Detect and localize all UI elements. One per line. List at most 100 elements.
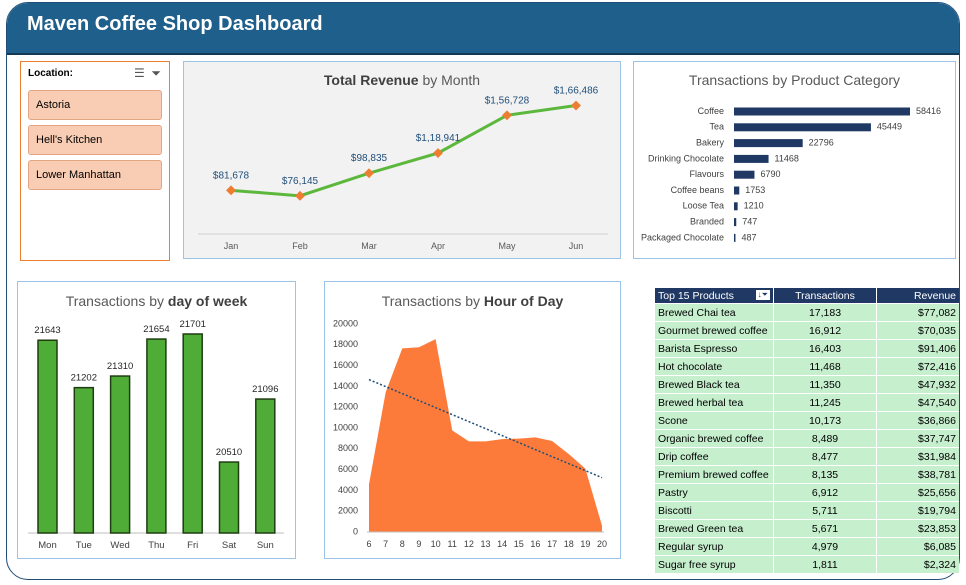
table-row[interactable]: Organic brewed coffee 8,489 $37,747: [655, 429, 959, 448]
value-label: 58416: [916, 106, 941, 116]
data-label: $81,678: [213, 170, 250, 181]
y-tick-label: 6000: [338, 464, 358, 474]
value-label: 747: [742, 216, 757, 226]
x-tick-label: Thu: [148, 540, 164, 551]
cell-product: Premium brewed coffee: [655, 465, 774, 484]
table-row[interactable]: Brewed herbal tea 11,245 $47,540: [655, 393, 959, 412]
dow-bar: [109, 375, 131, 534]
y-tick-label: 16000: [333, 360, 358, 370]
x-tick-label: 11: [448, 539, 457, 549]
data-label: $1,56,728: [485, 95, 530, 106]
x-tick-label: Apr: [431, 241, 445, 251]
dow-chart-panel: Transactions by day of week 21643 Mon 2120…: [17, 281, 296, 559]
table-row[interactable]: Barista Espresso 16,403 $91,406: [655, 339, 959, 358]
cell-revenue: $72,416: [876, 357, 959, 376]
value-label: 21701: [179, 319, 205, 330]
y-tick-label: 18000: [333, 339, 358, 349]
table-row[interactable]: Brewed Chai tea 17,183 $77,082: [655, 303, 959, 322]
table-row[interactable]: Scone 10,173 $36,866: [655, 411, 959, 430]
cell-revenue: $38,781: [876, 465, 959, 484]
value-label: 45449: [877, 122, 902, 132]
revenue-chart-panel: Total Revenue by Month $81,678 Jan $76,145…: [183, 61, 621, 259]
col-header-revenue: Revenue: [876, 288, 959, 304]
table-row[interactable]: Premium brewed coffee 8,135 $38,781: [655, 465, 959, 484]
multi-select-icon[interactable]: ☰: [134, 66, 145, 80]
data-point-marker: [295, 190, 305, 201]
cell-transactions: 11,350: [773, 375, 877, 394]
sort-filter-icon[interactable]: ↓⏷: [755, 289, 770, 300]
cell-revenue: $19,794: [876, 501, 959, 520]
category-bar: [734, 107, 910, 116]
x-tick-label: Jan: [224, 241, 239, 251]
x-tick-label: May: [498, 241, 516, 251]
y-tick-label: 12000: [333, 402, 358, 412]
cell-product: Brewed Black tea: [655, 375, 774, 394]
x-tick-label: Sun: [257, 540, 274, 551]
col-header-transactions: Transactions: [773, 288, 877, 304]
slicer-item-astoria[interactable]: Astoria: [28, 90, 162, 120]
x-tick-label: 17: [547, 539, 557, 549]
cell-product: Brewed Chai tea: [655, 303, 774, 322]
x-tick-label: Feb: [292, 241, 308, 251]
dow-bar-chart: 21643 Mon 21202 Tue 21310 Wed 21654 Thu 21701 Fri…: [28, 319, 284, 551]
category-label: Drinking Chocolate: [648, 153, 724, 163]
category-label: Coffee: [698, 106, 724, 116]
table-row[interactable]: Hot chocolate 11,468 $72,416: [655, 357, 959, 376]
x-tick-label: 6: [366, 539, 371, 549]
cell-transactions: 16,912: [773, 321, 877, 340]
value-label: 21096: [252, 384, 278, 395]
cell-revenue: $2,324: [876, 555, 959, 573]
category-bar: [734, 154, 769, 163]
x-tick-label: 16: [530, 539, 540, 549]
cell-product: Drip coffee: [655, 447, 774, 466]
table-row[interactable]: Drip coffee 8,477 $31,984: [655, 447, 959, 466]
page-title: Maven Coffee Shop Dashboard: [27, 13, 323, 35]
x-tick-label: 7: [383, 539, 388, 549]
table-row[interactable]: Brewed Green tea 5,671 $23,853: [655, 519, 959, 538]
cell-product: Organic brewed coffee: [655, 429, 774, 448]
cell-product: Hot chocolate: [655, 357, 774, 376]
table-row[interactable]: Gourmet brewed coffee 16,912 $70,035: [655, 321, 959, 340]
cell-transactions: 16,403: [773, 339, 877, 358]
category-label: Loose Tea: [683, 201, 724, 211]
table-row[interactable]: Biscotti 5,711 $19,794: [655, 501, 959, 520]
cell-product: Biscotti: [655, 501, 774, 520]
cell-transactions: 11,468: [773, 357, 877, 376]
x-tick-label: 10: [431, 539, 441, 549]
y-tick-label: 20000: [333, 318, 358, 328]
x-tick-label: 12: [464, 539, 474, 549]
dow-bar: [73, 386, 95, 534]
x-tick-label: Mar: [361, 241, 377, 251]
x-tick-label: 8: [400, 539, 405, 549]
value-label: 21643: [34, 325, 60, 336]
value-label: 21310: [107, 361, 133, 372]
table-row[interactable]: Sugar free syrup 1,811 $2,324: [655, 555, 959, 573]
y-tick-label: 0: [353, 526, 358, 536]
table-row[interactable]: Pastry 6,912 $25,656: [655, 483, 959, 502]
dow-bar: [37, 339, 58, 534]
x-tick-label: 20: [597, 539, 607, 549]
cell-transactions: 5,711: [773, 501, 877, 520]
table-row[interactable]: Brewed Black tea 11,350 $47,932: [655, 375, 959, 394]
x-tick-label: 15: [514, 539, 524, 549]
category-bar: [734, 233, 736, 242]
slicer-item-lower-manhattan[interactable]: Lower Manhattan: [28, 160, 162, 190]
category-label: Branded: [690, 216, 724, 226]
data-point-marker: [571, 100, 581, 111]
y-tick-label: 8000: [338, 443, 358, 453]
cell-revenue: $6,085: [876, 537, 959, 556]
table-header-row: Top 15 Products ↓⏷ Transactions Revenue: [655, 288, 959, 304]
y-tick-label: 14000: [333, 381, 358, 391]
cell-revenue: $37,747: [876, 429, 959, 448]
col-header-product[interactable]: Top 15 Products ↓⏷: [655, 288, 774, 304]
top-products-table: Top 15 Products ↓⏷ Transactions Revenue B…: [655, 288, 959, 573]
y-tick-label: 4000: [338, 485, 358, 495]
clear-filter-icon[interactable]: ⏷: [151, 66, 161, 80]
cell-transactions: 11,245: [773, 393, 877, 412]
category-bar: [734, 186, 740, 195]
cell-product: Sugar free syrup: [655, 555, 774, 573]
category-bar: [734, 218, 737, 227]
slicer-item-hells-kitchen[interactable]: Hell's Kitchen: [28, 125, 162, 155]
x-tick-label: Jun: [569, 241, 584, 251]
table-row[interactable]: Regular syrup 4,979 $6,085: [655, 537, 959, 556]
